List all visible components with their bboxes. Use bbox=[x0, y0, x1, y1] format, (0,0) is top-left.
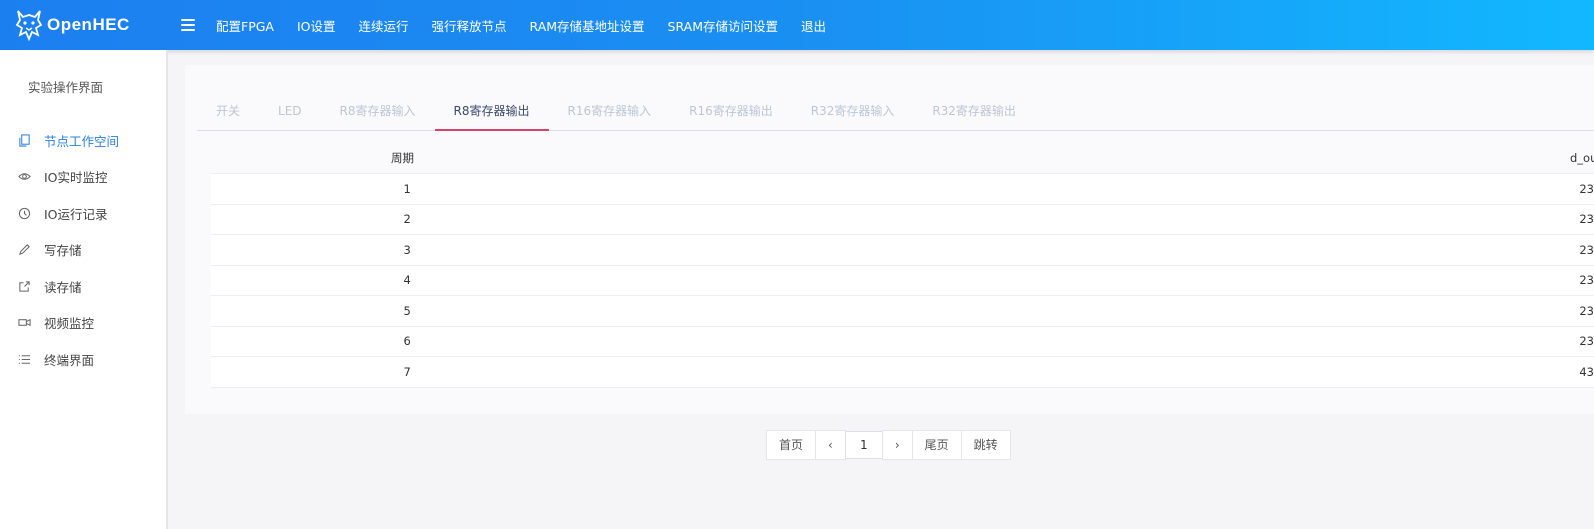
sidebar-item-io-log[interactable]: IO运行记录 bbox=[0, 195, 166, 232]
export-icon bbox=[17, 279, 31, 293]
nav-force-release-node[interactable]: 强行释放节点 bbox=[432, 16, 507, 35]
tiger-logo-icon bbox=[15, 10, 43, 42]
cell-d-out: 23 bbox=[1579, 334, 1594, 349]
first-page-button[interactable]: 首页 bbox=[766, 430, 817, 460]
register-card: 开关 LED R8寄存器输入 R8寄存器输出 R16寄存器输入 R16寄存器输出… bbox=[185, 65, 1594, 414]
nav-sram-access-settings[interactable]: SRAM存储访问设置 bbox=[668, 16, 778, 35]
main-content: 开关 LED R8寄存器输入 R8寄存器输出 R16寄存器输入 R16寄存器输出… bbox=[170, 50, 1594, 529]
tab-r16-output[interactable]: R16寄存器输出 bbox=[670, 95, 792, 131]
pencil-icon bbox=[17, 243, 31, 257]
tab-led[interactable]: LED bbox=[259, 95, 321, 131]
nav-continuous-run[interactable]: 连续运行 bbox=[359, 16, 409, 35]
sidebar-item-label: 写存储 bbox=[44, 243, 82, 259]
sidebar-item-read-storage[interactable]: 读存储 bbox=[0, 268, 166, 305]
sidebar-item-label: 终端界面 bbox=[44, 352, 95, 368]
brand-name: OpenHEC bbox=[47, 15, 130, 34]
sidebar-item-label: IO运行记录 bbox=[44, 206, 108, 222]
tab-r32-input[interactable]: R32寄存器输入 bbox=[792, 95, 914, 131]
sidebar-item-label: IO实时监控 bbox=[44, 170, 108, 186]
sidebar-item-terminal[interactable]: 终端界面 bbox=[0, 341, 166, 378]
data-table: 周期 d_out 1 23 2 23 3 23 4 23 5 23 6 23 7 43 bbox=[211, 143, 1594, 388]
pagination: 首页 ‹ 1 › 尾页 跳转 bbox=[766, 430, 1011, 460]
cell-d-out: 23 bbox=[1579, 303, 1594, 318]
table-row: 2 23 bbox=[211, 204, 1594, 235]
cell-d-out: 23 bbox=[1579, 181, 1594, 196]
clock-icon bbox=[17, 206, 31, 220]
jump-button[interactable]: 跳转 bbox=[960, 430, 1011, 460]
tab-r32-output[interactable]: R32寄存器输出 bbox=[913, 95, 1035, 131]
top-nav: 配置FPGA IO设置 连续运行 强行释放节点 RAM存储基地址设置 SRAM存… bbox=[216, 0, 849, 50]
next-page-button[interactable]: › bbox=[881, 430, 913, 460]
nav-ram-base-address[interactable]: RAM存储基地址设置 bbox=[530, 16, 645, 35]
sidebar-item-io-monitor[interactable]: IO实时监控 bbox=[0, 159, 166, 196]
cell-d-out: 23 bbox=[1579, 273, 1594, 288]
tab-switch[interactable]: 开关 bbox=[197, 95, 259, 131]
cell-d-out: 23 bbox=[1579, 242, 1594, 257]
sidebar-item-label: 读存储 bbox=[44, 279, 82, 295]
nav-configure-fpga[interactable]: 配置FPGA bbox=[216, 16, 274, 35]
tab-r8-output[interactable]: R8寄存器输出 bbox=[434, 95, 549, 131]
video-camera-icon bbox=[17, 316, 31, 330]
sidebar-item-node-workspace[interactable]: 节点工作空间 bbox=[0, 122, 166, 159]
table-row: 4 23 bbox=[211, 265, 1594, 296]
last-page-button[interactable]: 尾页 bbox=[911, 430, 962, 460]
table-header: 周期 d_out bbox=[211, 143, 1594, 174]
cell-cycle: 5 bbox=[403, 303, 411, 318]
sidebar-item-label: 视频监控 bbox=[44, 316, 95, 332]
tab-bar: 开关 LED R8寄存器输入 R8寄存器输出 R16寄存器输入 R16寄存器输出… bbox=[197, 95, 1594, 131]
table-row: 5 23 bbox=[211, 296, 1594, 327]
cell-cycle: 1 bbox=[403, 181, 411, 196]
sidebar-item-label: 节点工作空间 bbox=[44, 133, 120, 149]
column-header-cycle: 周期 bbox=[391, 151, 414, 165]
table-row: 1 23 bbox=[211, 174, 1594, 205]
cell-cycle: 2 bbox=[403, 212, 411, 227]
cell-d-out: 23 bbox=[1579, 212, 1594, 227]
document-copy-icon bbox=[17, 133, 31, 147]
cell-d-out: 43 bbox=[1579, 364, 1594, 379]
cell-cycle: 6 bbox=[403, 334, 411, 349]
table-row: 3 23 bbox=[211, 235, 1594, 266]
list-icon bbox=[17, 352, 31, 366]
page-number-input[interactable]: 1 bbox=[844, 431, 883, 459]
table-row: 7 43 bbox=[211, 357, 1594, 388]
table-row: 6 23 bbox=[211, 326, 1594, 357]
column-header-d-out: d_out bbox=[1570, 151, 1594, 165]
eye-icon bbox=[17, 170, 31, 184]
tab-r8-input[interactable]: R8寄存器输入 bbox=[321, 95, 435, 131]
logo[interactable]: OpenHEC bbox=[0, 0, 168, 50]
nav-exit[interactable]: 退出 bbox=[801, 16, 826, 35]
cell-cycle: 4 bbox=[403, 273, 411, 288]
sidebar-item-video-monitor[interactable]: 视频监控 bbox=[0, 305, 166, 342]
nav-io-settings[interactable]: IO设置 bbox=[297, 16, 336, 35]
sidebar-title: 实验操作界面 bbox=[28, 80, 104, 95]
hamburger-menu-icon[interactable] bbox=[181, 19, 195, 31]
cell-cycle: 3 bbox=[403, 242, 411, 257]
sidebar: 实验操作界面 节点工作空间 IO实时监控 IO运行记录 写存储 读存储 视频监控… bbox=[0, 50, 168, 529]
cell-cycle: 7 bbox=[403, 364, 411, 379]
tab-r16-input[interactable]: R16寄存器输入 bbox=[549, 95, 671, 131]
prev-page-button[interactable]: ‹ bbox=[815, 430, 846, 460]
sidebar-item-write-storage[interactable]: 写存储 bbox=[0, 232, 166, 269]
top-bar: OpenHEC 配置FPGA IO设置 连续运行 强行释放节点 RAM存储基地址… bbox=[0, 0, 1594, 50]
